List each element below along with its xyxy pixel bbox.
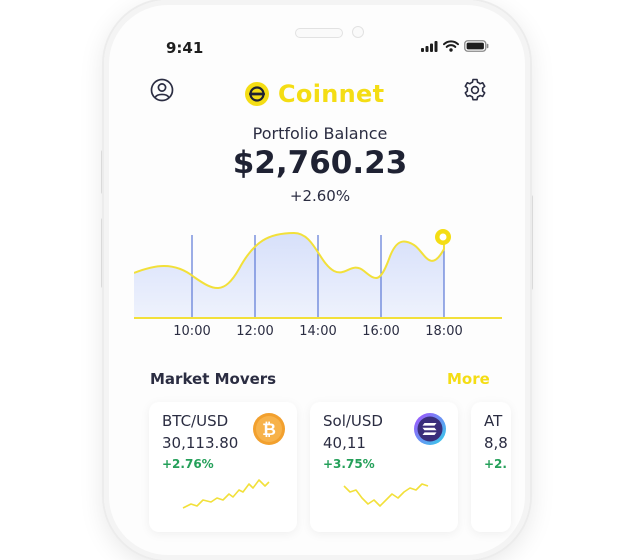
card-change: +2.76% bbox=[162, 457, 214, 471]
chart-current-point-inner bbox=[439, 233, 447, 241]
time-label-5: 18:00 bbox=[425, 324, 463, 339]
time-label-3: 14:00 bbox=[299, 324, 337, 339]
card-pair: BTC/USD bbox=[162, 412, 229, 430]
signal-icon bbox=[421, 40, 438, 52]
portfolio-balance-label: Portfolio Balance bbox=[252, 124, 388, 143]
market-card-btc[interactable]: BTC/USD 30,113.80 +2.76% ₿ bbox=[149, 402, 297, 532]
chart-area bbox=[134, 233, 444, 318]
phone-camera bbox=[352, 26, 364, 38]
svg-text:₿: ₿ bbox=[262, 420, 276, 440]
card-change: +3.75% bbox=[323, 457, 375, 471]
status-time: 9:41 bbox=[166, 39, 204, 57]
bitcoin-icon: ₿ bbox=[253, 413, 285, 445]
portfolio-chart[interactable] bbox=[134, 225, 504, 325]
time-label-2: 12:00 bbox=[236, 324, 274, 339]
brand: Coinnet bbox=[244, 80, 384, 108]
battery-icon bbox=[464, 40, 489, 52]
sparkline-btc bbox=[182, 479, 270, 509]
card-pair: AT bbox=[484, 412, 503, 430]
time-label-4: 16:00 bbox=[362, 324, 400, 339]
card-price: 30,113.80 bbox=[162, 434, 239, 452]
wifi-icon bbox=[443, 40, 459, 52]
settings-button[interactable] bbox=[462, 77, 488, 103]
portfolio-change: +2.60% bbox=[289, 187, 351, 205]
market-card-sol[interactable]: Sol/USD 40,11 +3.75% bbox=[310, 402, 458, 532]
sparkline-sol bbox=[343, 483, 429, 507]
status-icons bbox=[421, 40, 489, 52]
gear-icon bbox=[464, 78, 486, 101]
portfolio-balance-value: $2,760.23 bbox=[232, 145, 408, 181]
user-circle-icon bbox=[150, 78, 174, 102]
more-link[interactable]: More bbox=[447, 370, 490, 388]
app-name: Coinnet bbox=[278, 80, 385, 108]
market-movers-title: Market Movers bbox=[150, 370, 277, 388]
card-pair: Sol/USD bbox=[323, 412, 383, 430]
coinnet-logo-icon bbox=[245, 82, 269, 106]
market-card-partial[interactable]: AT 8,8 +2. bbox=[471, 402, 511, 532]
profile-button[interactable] bbox=[149, 77, 175, 103]
card-price: 40,11 bbox=[323, 434, 366, 452]
phone-speaker bbox=[295, 28, 343, 38]
card-change: +2. bbox=[484, 457, 507, 471]
solana-icon bbox=[414, 413, 446, 445]
time-label-1: 10:00 bbox=[173, 324, 211, 339]
card-price: 8,8 bbox=[484, 434, 508, 452]
